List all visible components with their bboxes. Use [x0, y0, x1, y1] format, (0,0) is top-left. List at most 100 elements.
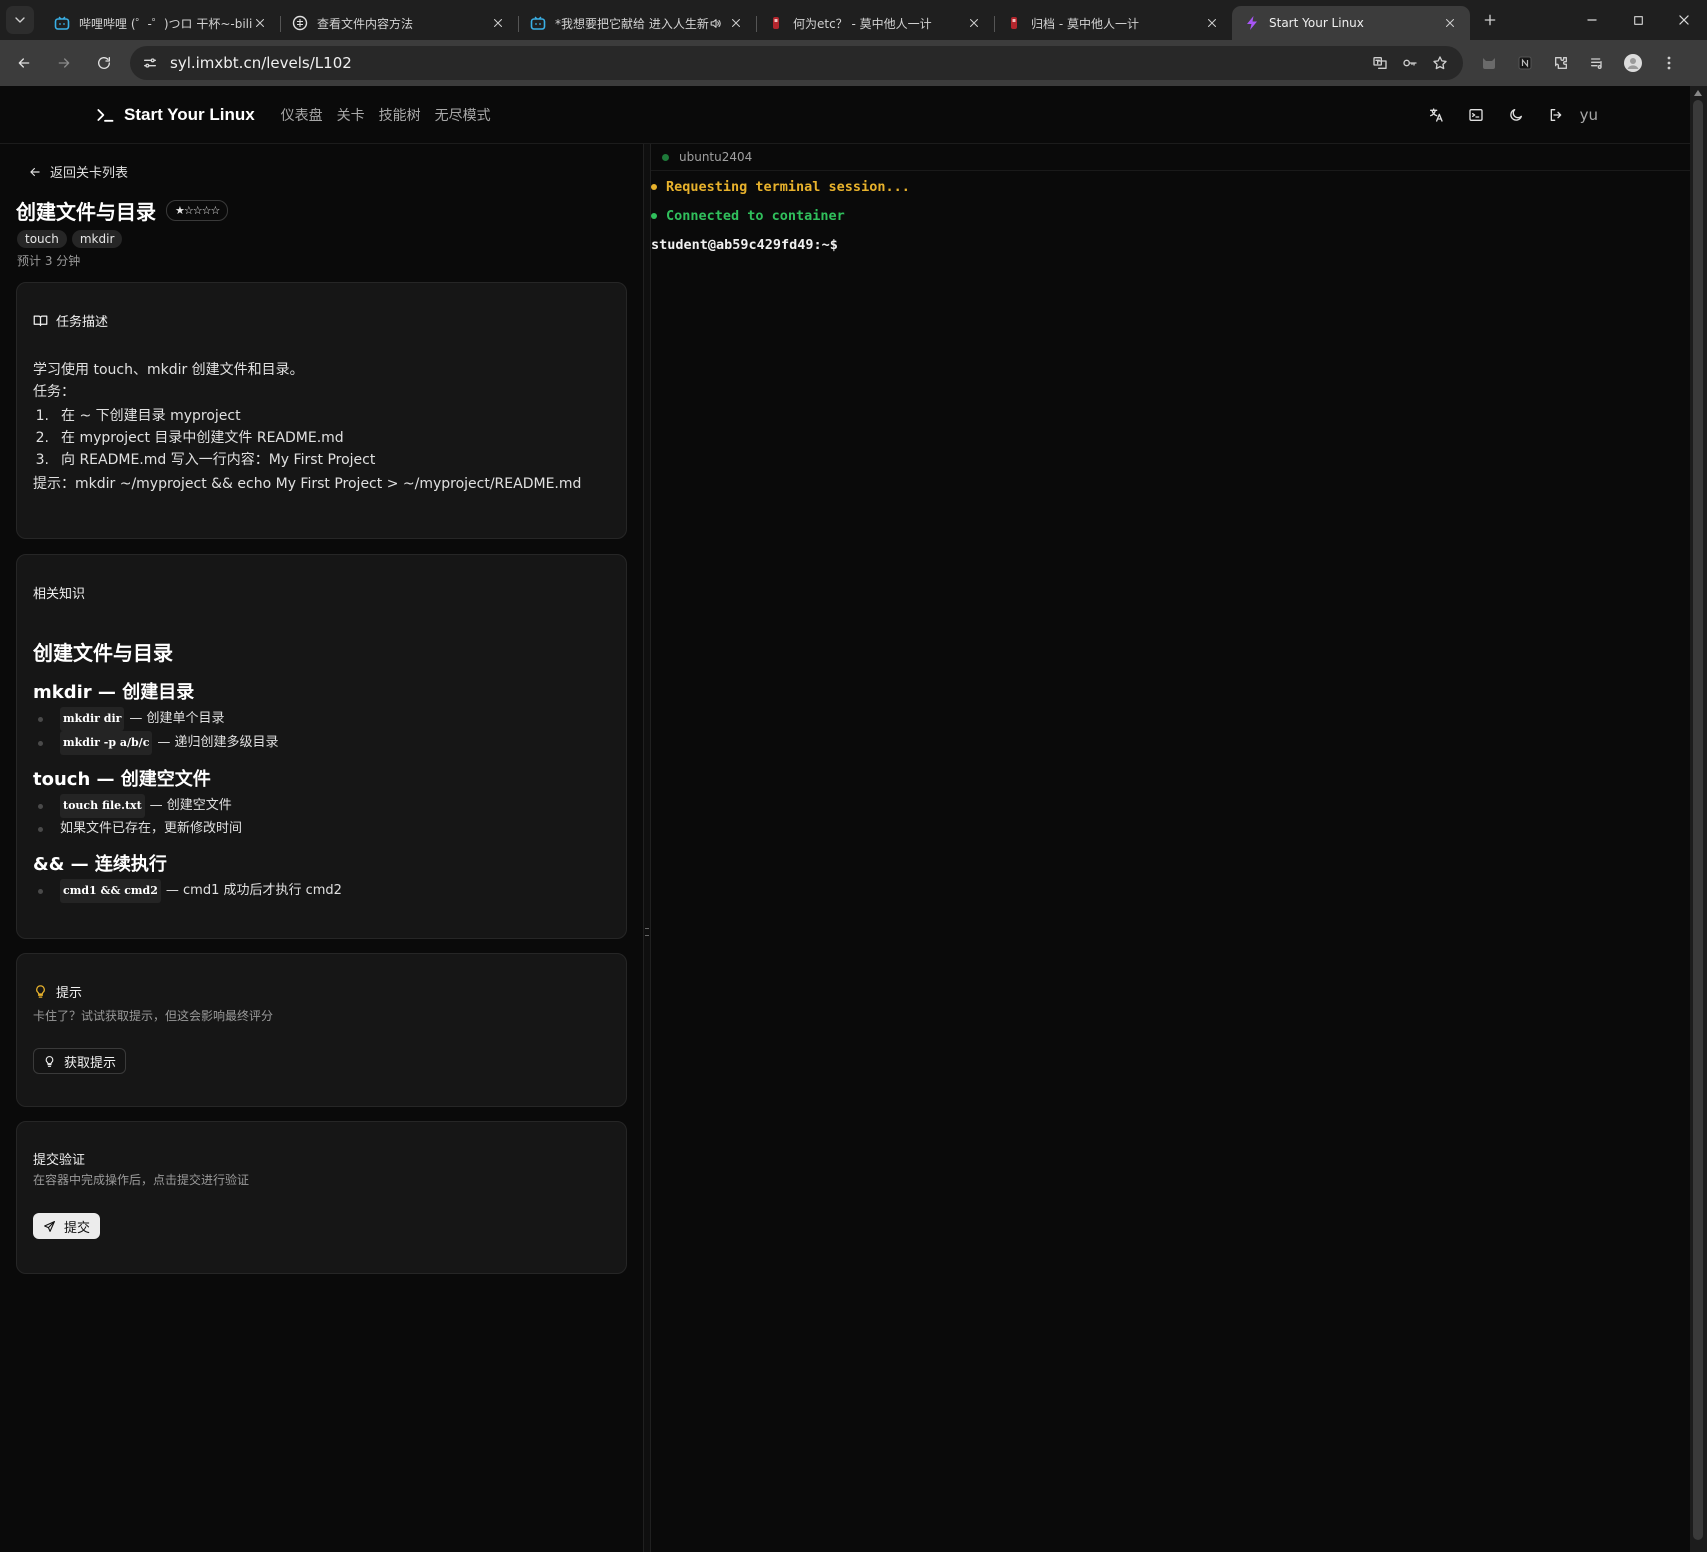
maximize-button[interactable]: [1615, 0, 1661, 40]
bolt-icon: [1247, 16, 1257, 30]
arrow-left-icon: [30, 167, 40, 176]
terminal-line: Connected to container: [651, 201, 910, 230]
tab-title: 何为etc？ - 莫中他人一计: [793, 16, 932, 31]
address-bar[interactable]: syl.imxbt.cn/levels/L102: [130, 46, 1463, 80]
browser-tab[interactable]: *我想要把它献给 进入人生新阶段: [518, 6, 757, 40]
red-site-icon: [773, 17, 779, 29]
browser-tab-active[interactable]: Start Your Linux: [1232, 6, 1470, 40]
nav-item-levels[interactable]: 关卡: [335, 105, 367, 125]
task-description-card: 任务描述 学习使用 touch、mkdir 创建文件和目录。 任务： 1. 在 ~…: [16, 282, 627, 539]
panel-resize-handle[interactable]: [643, 144, 651, 1552]
get-hint-button[interactable]: 获取提示: [33, 1048, 127, 1074]
nav-item-dashboard[interactable]: 仪表盘: [279, 105, 325, 125]
browser-tab[interactable]: 归档 - 莫中他人一计: [994, 6, 1232, 40]
task-item: 2. 在 myproject 目录中创建文件 README.md: [35, 430, 344, 446]
browser-tab-strip: 哔哩哔哩 (゜-゜)つロ 干杯~-bilibili 查看文件内容方法 *我想要把…: [0, 0, 1707, 40]
knowledge-list: cmd1 && cmd2— cmd1 成功后才执行 cmd2: [33, 879, 613, 903]
moon-icon: [1509, 109, 1522, 121]
translate-page-button[interactable]: [1365, 48, 1395, 78]
tag-list: touch mkdir: [17, 230, 127, 248]
task-item: 3. 向 README.md 写入一行内容：My First Project: [35, 452, 376, 468]
divider: [651, 170, 1690, 171]
knowledge-section-title: mkdir — 创建目录: [33, 682, 195, 703]
scrollbar-thumb[interactable]: [1693, 100, 1703, 1540]
difficulty-badge: ★☆☆☆☆: [166, 200, 229, 221]
cat-icon: [1483, 58, 1495, 69]
page-content: Start Your Linux 仪表盘 关卡 技能树 无尽模式 yu 返回关卡…: [0, 86, 1707, 1552]
nav-item-skill-tree[interactable]: 技能树: [377, 105, 423, 125]
tab-title: Start Your Linux: [1269, 16, 1364, 30]
terminal-toggle-button[interactable]: [1456, 95, 1496, 135]
minimize-icon: [1587, 19, 1597, 21]
site-info-button[interactable]: [138, 51, 162, 75]
close-tab-icon[interactable]: [1204, 15, 1220, 31]
language-button[interactable]: [1416, 95, 1456, 135]
browser-menu-button[interactable]: [1651, 47, 1687, 79]
status-bullet: [651, 183, 657, 190]
tab-title: *我想要把它献给 进入人生新阶段: [555, 16, 709, 31]
terminal-output[interactable]: Requesting terminal session... Connected…: [651, 172, 910, 259]
back-link-label: 返回关卡列表: [50, 166, 129, 181]
chevron-down-icon: [15, 17, 25, 23]
browser-tab[interactable]: 何为etc？ - 莫中他人一计: [756, 6, 995, 40]
submit-button[interactable]: 提交: [33, 1213, 101, 1239]
profile-button[interactable]: [1615, 47, 1651, 79]
reload-button[interactable]: [88, 47, 120, 79]
forward-button[interactable]: [48, 47, 80, 79]
logout-button[interactable]: [1536, 95, 1576, 135]
level-title: 创建文件与目录: [16, 200, 156, 224]
new-tab-button[interactable]: [1476, 6, 1504, 34]
tab-title: 归档 - 莫中他人一计: [1031, 16, 1139, 31]
terminal-window-icon: [1468, 109, 1483, 121]
back-button[interactable]: [8, 47, 40, 79]
speaker-icon[interactable]: [709, 17, 722, 30]
close-tab-icon[interactable]: [490, 15, 506, 31]
terminal-tab[interactable]: ubuntu2404: [662, 150, 752, 164]
chatgpt-icon: [292, 15, 308, 31]
url-text[interactable]: syl.imxbt.cn/levels/L102: [170, 54, 1365, 72]
list-item: mkdir dir — 创建单个目录: [33, 707, 613, 731]
close-tab-icon[interactable]: [1442, 15, 1458, 31]
get-hint-label: 获取提示: [64, 1055, 117, 1071]
media-control-button[interactable]: [1579, 47, 1615, 79]
media-queue-icon: [1591, 58, 1602, 69]
plus-icon: [1484, 14, 1496, 26]
close-window-button[interactable]: [1661, 0, 1707, 40]
knowledge-section-title: touch — 创建空文件: [33, 769, 211, 790]
close-tab-icon[interactable]: [966, 15, 982, 31]
password-manager-button[interactable]: [1395, 48, 1425, 78]
extension-n-button[interactable]: [1507, 47, 1543, 79]
puzzle-icon: [1555, 57, 1567, 69]
list-item: 如果文件已存在，更新修改时间: [33, 818, 613, 840]
username[interactable]: yu: [1580, 106, 1598, 124]
theme-toggle-button[interactable]: [1496, 95, 1536, 135]
status-dot: [662, 153, 669, 161]
terminal-panel[interactable]: ubuntu2404 Requesting terminal session..…: [651, 144, 1690, 1552]
brand-logo[interactable]: Start Your Linux: [95, 105, 255, 125]
close-tab-icon[interactable]: [252, 15, 268, 31]
scroll-up-arrow[interactable]: [1694, 90, 1702, 96]
notion-icon: [1518, 56, 1532, 70]
task-tip: 提示：mkdir ~/myproject && echo My First Pr…: [33, 476, 582, 492]
nav-item-endless-mode[interactable]: 无尽模式: [433, 105, 493, 125]
tab-search-button[interactable]: [6, 6, 34, 34]
minimize-button[interactable]: [1569, 0, 1615, 40]
back-to-levels-link[interactable]: 返回关卡列表: [28, 162, 128, 181]
extensions-button[interactable]: [1543, 47, 1579, 79]
extension-cat-button[interactable]: [1471, 47, 1507, 79]
submit-label: 提交: [64, 1220, 91, 1236]
close-tab-icon[interactable]: [728, 15, 744, 31]
book-open-icon: [33, 315, 48, 327]
bilibili-icon: [530, 16, 546, 30]
terminal-line: Requesting terminal session...: [651, 172, 910, 201]
window-controls: [1569, 0, 1707, 40]
browser-tab[interactable]: 哔哩哔哩 (゜-゜)つロ 干杯~-bilibili: [42, 6, 281, 40]
tune-icon: [144, 58, 156, 68]
bookmark-button[interactable]: [1425, 48, 1455, 78]
task-card-header: 任务描述: [33, 311, 108, 330]
terminal-prompt-icon: [97, 108, 114, 122]
bilibili-icon: [54, 16, 70, 30]
lightbulb-icon: [36, 985, 45, 998]
browser-tab[interactable]: 查看文件内容方法: [280, 6, 519, 40]
page-scrollbar[interactable]: [1690, 86, 1707, 1552]
